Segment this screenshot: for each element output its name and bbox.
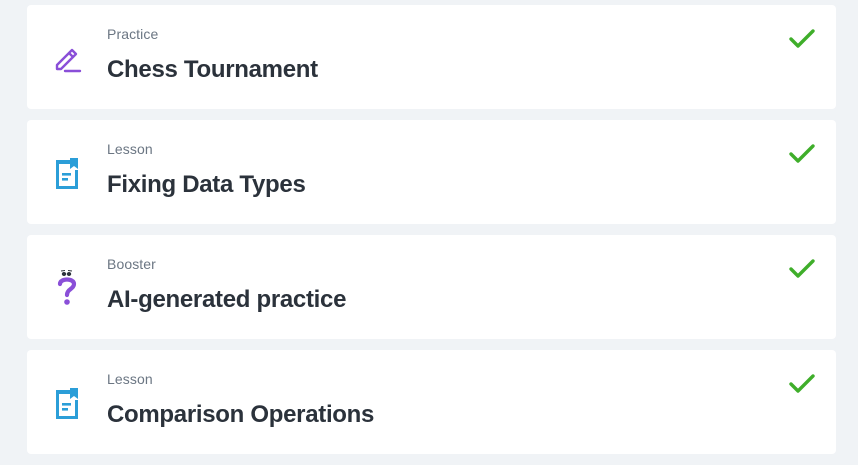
item-title: Comparison Operations [107, 401, 375, 428]
topic-list: Practice Chess Tournament Lesson Fixing … [27, 5, 836, 465]
check-icon [788, 257, 816, 281]
list-item-comparison-operations[interactable]: Lesson Comparison Operations [27, 350, 836, 454]
list-item-ai-generated-practice[interactable]: Booster AI-generated practice [27, 235, 836, 339]
item-title: AI-generated practice [107, 286, 347, 313]
item-type-label: Lesson [107, 371, 153, 387]
item-type-label: Booster [107, 256, 156, 272]
item-title: Fixing Data Types [107, 171, 306, 198]
lesson-book-icon [51, 386, 83, 422]
item-type-label: Lesson [107, 141, 153, 157]
check-icon [788, 142, 816, 166]
list-item-chess-tournament[interactable]: Practice Chess Tournament [27, 5, 836, 109]
question-mark-icon [51, 270, 83, 307]
item-type-label: Practice [107, 26, 159, 42]
pencil-icon [51, 41, 83, 77]
check-icon [788, 372, 816, 396]
item-title: Chess Tournament [107, 56, 318, 83]
check-icon [788, 27, 816, 51]
list-item-fixing-data-types[interactable]: Lesson Fixing Data Types [27, 120, 836, 224]
lesson-book-icon [51, 156, 83, 192]
